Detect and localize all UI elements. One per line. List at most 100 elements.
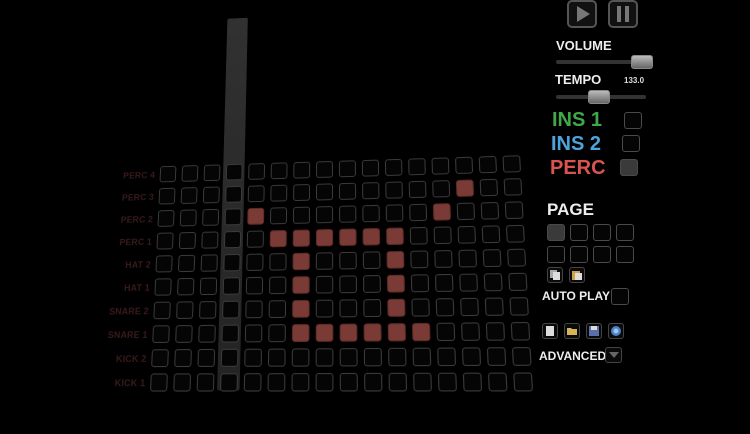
step-cell[interactable] (461, 322, 481, 341)
step-cell[interactable] (460, 297, 480, 317)
step-cell[interactable] (363, 299, 382, 318)
step-cell[interactable] (225, 163, 243, 181)
step-cell[interactable] (199, 277, 218, 296)
step-cell[interactable] (156, 232, 174, 250)
step-cell[interactable] (270, 162, 288, 180)
step-cell[interactable] (503, 178, 523, 196)
step-cell[interactable] (221, 324, 240, 343)
step-cell[interactable] (201, 231, 219, 249)
play-button[interactable] (567, 0, 597, 28)
step-cell[interactable] (246, 253, 264, 272)
step-cell[interactable] (413, 372, 432, 392)
step-cell[interactable] (410, 250, 429, 269)
step-cell[interactable] (388, 347, 407, 367)
step-cell[interactable] (362, 182, 380, 200)
step-cell[interactable] (270, 184, 288, 202)
step-cell[interactable] (315, 299, 334, 318)
step-cell[interactable] (178, 231, 197, 250)
page-button[interactable] (547, 246, 565, 263)
step-cell[interactable] (173, 373, 192, 392)
step-cell[interactable] (486, 347, 507, 366)
new-button[interactable] (542, 323, 558, 339)
step-cell[interactable] (292, 276, 310, 294)
step-cell[interactable] (247, 185, 265, 203)
step-cell[interactable] (315, 275, 334, 294)
step-cell[interactable] (437, 347, 457, 367)
step-cell[interactable] (434, 273, 454, 293)
step-cell[interactable] (224, 208, 242, 226)
step-cell[interactable] (158, 187, 176, 205)
step-cell[interactable] (339, 323, 358, 342)
step-cell[interactable] (431, 157, 450, 175)
copy-button[interactable] (547, 267, 563, 283)
page-button[interactable] (570, 224, 588, 241)
page-button[interactable] (570, 246, 588, 263)
advanced-dropdown[interactable] (605, 347, 622, 363)
step-cell[interactable] (479, 178, 499, 197)
step-cell[interactable] (200, 254, 218, 272)
step-cell[interactable] (268, 276, 287, 295)
step-cell[interactable] (292, 206, 310, 224)
step-cell[interactable] (362, 204, 380, 223)
step-cell[interactable] (196, 373, 215, 392)
ins2-button[interactable]: INS 2 (551, 133, 601, 156)
step-cell[interactable] (338, 160, 356, 178)
step-cell[interactable] (363, 347, 383, 367)
step-cell[interactable] (269, 253, 287, 271)
auto-play-toggle[interactable] (611, 288, 629, 305)
step-cell[interactable] (292, 229, 310, 247)
step-cell[interactable] (504, 201, 524, 220)
step-cell[interactable] (339, 228, 357, 247)
step-cell[interactable] (181, 165, 199, 182)
step-cell[interactable] (480, 201, 500, 220)
step-cell[interactable] (177, 277, 195, 296)
step-cell[interactable] (223, 253, 241, 272)
step-cell[interactable] (244, 324, 263, 343)
step-cell[interactable] (153, 301, 171, 320)
perc-button[interactable]: PERC (550, 157, 606, 180)
step-cell[interactable] (385, 204, 404, 222)
step-cell[interactable] (482, 249, 502, 268)
volume-slider[interactable] (556, 55, 653, 69)
share-button[interactable] (608, 323, 624, 339)
ins1-toggle[interactable] (624, 112, 642, 129)
step-cell[interactable] (154, 278, 172, 296)
step-cell[interactable] (269, 207, 288, 225)
step-cell[interactable] (315, 183, 334, 201)
step-cell[interactable] (432, 180, 451, 198)
step-cell[interactable] (507, 248, 527, 267)
step-cell[interactable] (508, 272, 528, 292)
page-button[interactable] (616, 246, 634, 263)
step-cell[interactable] (293, 161, 311, 179)
step-cell[interactable] (436, 322, 456, 342)
step-cell[interactable] (243, 373, 262, 392)
step-cell[interactable] (505, 224, 525, 243)
step-cell[interactable] (179, 209, 197, 227)
step-cell[interactable] (384, 158, 403, 177)
step-cell[interactable] (180, 187, 198, 204)
step-cell[interactable] (267, 348, 286, 367)
step-cell[interactable] (434, 250, 453, 268)
step-cell[interactable] (387, 323, 407, 342)
step-cell[interactable] (457, 225, 477, 244)
step-cell[interactable] (387, 298, 406, 317)
step-cell[interactable] (364, 372, 383, 392)
step-cell[interactable] (268, 300, 287, 319)
step-cell[interactable] (247, 207, 265, 225)
pause-button[interactable] (608, 0, 638, 28)
save-button[interactable] (586, 323, 602, 339)
step-cell[interactable] (511, 347, 532, 366)
step-cell[interactable] (268, 324, 286, 343)
step-cell[interactable] (433, 226, 452, 245)
step-cell[interactable] (462, 372, 483, 392)
step-cell[interactable] (159, 165, 177, 183)
ins2-toggle[interactable] (622, 135, 640, 152)
step-cell[interactable] (315, 372, 334, 392)
step-cell[interactable] (315, 206, 334, 224)
step-cell[interactable] (315, 228, 334, 247)
step-cell[interactable] (478, 155, 498, 174)
step-cell[interactable] (386, 227, 404, 246)
step-cell[interactable] (177, 254, 196, 273)
paste-button[interactable] (569, 267, 585, 283)
step-cell[interactable] (202, 208, 220, 226)
